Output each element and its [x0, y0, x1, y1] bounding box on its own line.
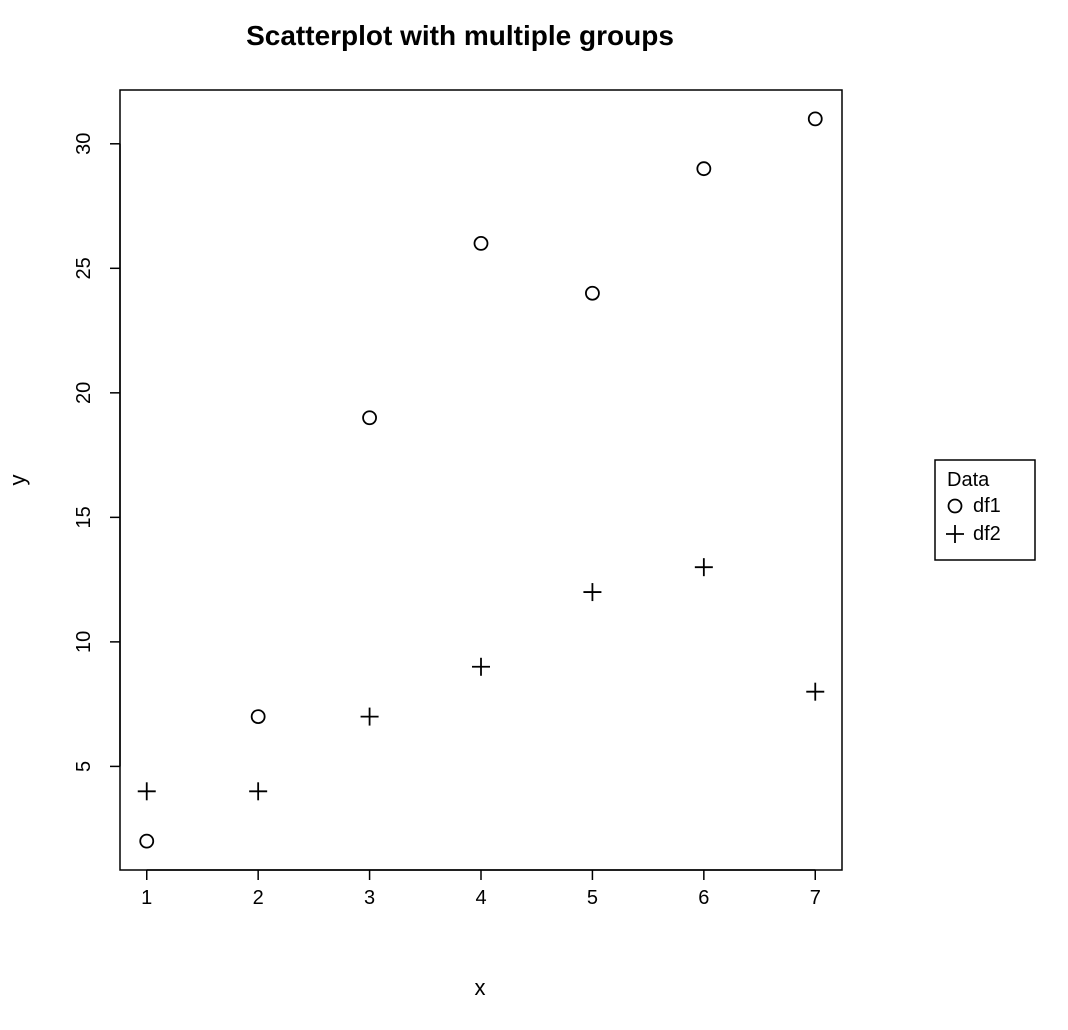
legend-item-label: df2	[973, 523, 1001, 545]
y-tick-label: 10	[73, 631, 95, 653]
chart-svg: 1 2 3 4 5 6 7 5 10 15 20 25 30 Data df1 df2	[0, 0, 1068, 1030]
y-tick-label: 25	[73, 257, 95, 279]
x-tick-label: 1	[141, 887, 152, 909]
y-tick-label: 15	[73, 506, 95, 528]
x-tick-label: 5	[587, 887, 598, 909]
y-tick-label: 20	[73, 382, 95, 404]
legend-title: Data	[947, 469, 990, 491]
y-tick-label: 30	[73, 133, 95, 155]
x-tick-label: 6	[698, 887, 709, 909]
chart-container: Scatterplot with multiple groups y x 123…	[0, 0, 1068, 1030]
y-tick-label: 5	[73, 761, 95, 772]
x-tick-label: 7	[810, 887, 821, 909]
x-tick-label: 2	[253, 887, 264, 909]
legend-item-label: df1	[973, 495, 1001, 517]
x-tick-label: 3	[364, 887, 375, 909]
x-tick-label: 4	[475, 887, 486, 909]
